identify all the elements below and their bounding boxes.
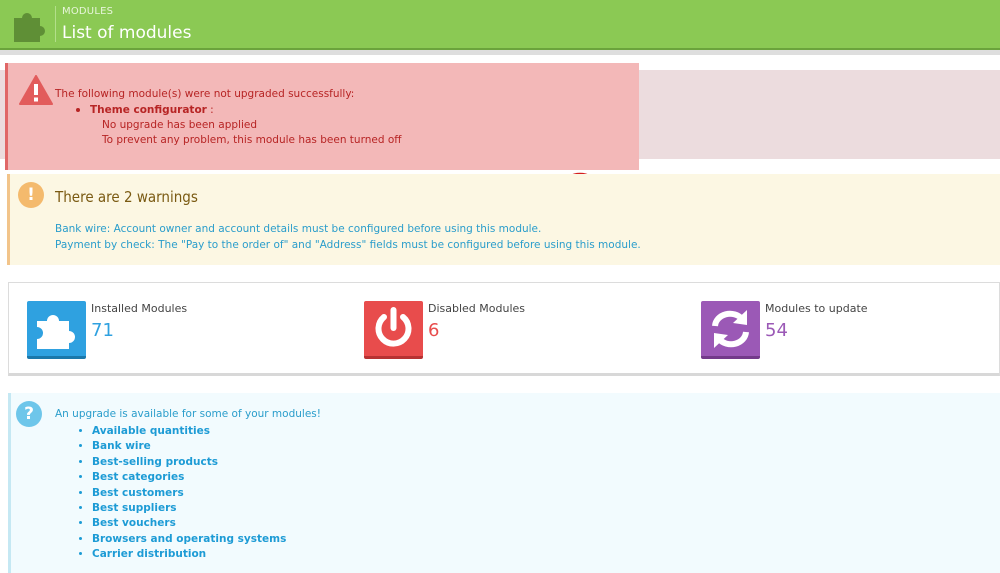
upgrade-intro: An upgrade is available for some of your… xyxy=(55,408,321,420)
warning-line: Bank wire: Account owner and account det… xyxy=(55,223,542,235)
module-kpi-panel: Installed Modules 71 Disabled Modules 6 … xyxy=(8,282,1000,376)
failed-module-name: Theme configurator xyxy=(90,104,207,116)
failed-module-detail: No upgrade has been applied xyxy=(102,119,258,131)
failed-module-detail: To prevent any problem, this module has … xyxy=(102,134,402,146)
kpi-label: Disabled Modules xyxy=(428,302,526,315)
kpi-value: 54 xyxy=(765,320,788,341)
error-message: The following module(s) were not upgrade… xyxy=(55,88,355,100)
question-circle-icon: ? xyxy=(16,401,42,427)
upgradeable-module-item[interactable]: Best categories xyxy=(92,470,286,485)
header-divider xyxy=(55,6,56,42)
kpi-label: Installed Modules xyxy=(91,302,188,315)
warnings-title: There are 2 warnings xyxy=(55,188,198,206)
warnings-alert: ! There are 2 warnings Bank wire: Accoun… xyxy=(7,174,1000,265)
error-message-block: The following module(s) were not upgrade… xyxy=(55,87,402,148)
upgradeable-module-item[interactable]: Best suppliers xyxy=(92,501,286,516)
upgradeable-module-item[interactable]: Available quantities xyxy=(92,424,286,439)
refresh-icon xyxy=(701,301,760,359)
kpi-label: Modules to update xyxy=(765,302,868,315)
upgradeable-module-item[interactable]: Carrier distribution xyxy=(92,547,286,562)
upgradeable-module-item[interactable]: Best vouchers xyxy=(92,516,286,531)
kpi-value: 6 xyxy=(428,320,440,341)
upgradeable-module-item[interactable]: Browsers and operating systems xyxy=(92,532,286,547)
exclamation-circle-icon: ! xyxy=(18,182,44,208)
toolbar-strip xyxy=(0,50,1000,55)
failed-module-list: Theme configurator : No upgrade has been… xyxy=(55,102,402,148)
puzzle-piece-icon xyxy=(14,13,45,42)
failed-module-colon: : xyxy=(206,104,214,116)
kpi-value: 71 xyxy=(91,320,114,341)
puzzle-piece-icon xyxy=(27,301,86,359)
failed-module-item: Theme configurator : No upgrade has been… xyxy=(90,102,402,148)
warnings-lines: Bank wire: Account owner and account det… xyxy=(55,221,641,253)
upgradeable-module-list: Available quantitiesBank wireBest-sellin… xyxy=(55,424,286,563)
upgradeable-module-item[interactable]: Best-selling products xyxy=(92,455,286,470)
upgradeable-module-item[interactable]: Best customers xyxy=(92,486,286,501)
upgrade-error-alert: The following module(s) were not upgrade… xyxy=(5,63,639,170)
warning-line: Payment by check: The "Pay to the order … xyxy=(55,239,641,251)
page-header: MODULES List of modules xyxy=(0,0,1000,50)
warning-triangle-icon xyxy=(19,75,53,105)
breadcrumb[interactable]: MODULES xyxy=(62,6,113,17)
upgradeable-module-item[interactable]: Bank wire xyxy=(92,439,286,454)
power-icon xyxy=(364,301,423,359)
page-title: List of modules xyxy=(62,23,192,43)
upgrade-available-alert: ? An upgrade is available for some of yo… xyxy=(8,393,1000,573)
